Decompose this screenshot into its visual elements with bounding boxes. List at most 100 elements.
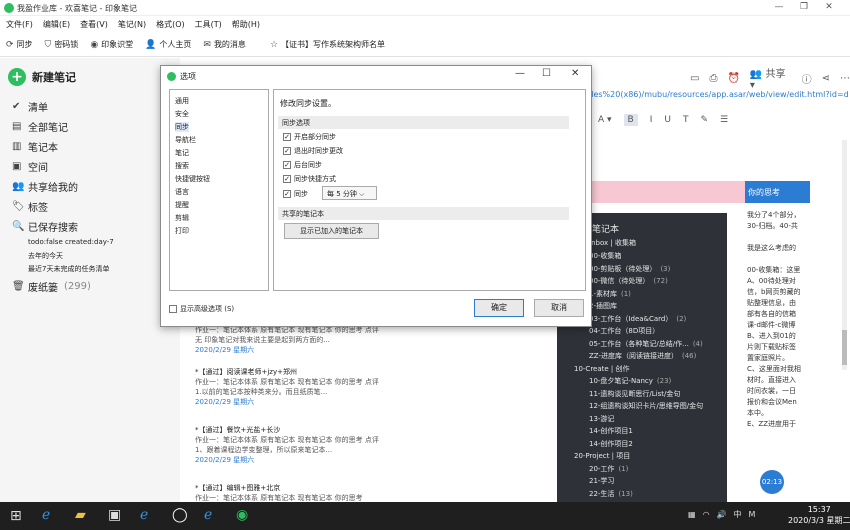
sync-frequency-select[interactable]: 每 5 分钟 ⌵ <box>322 186 377 200</box>
sidebar-item-tags[interactable]: 🏷 标签 <box>12 199 48 214</box>
evernote-taskbar-icon[interactable]: ◉ <box>236 507 248 523</box>
checkbox-sync-on-exit[interactable]: ✓ 退出时同步更改 <box>283 146 343 156</box>
volume-icon[interactable]: 🔊 <box>717 510 727 519</box>
maximize-icon[interactable]: ❐ <box>797 2 811 12</box>
options-tree-general[interactable]: 通用 <box>175 96 189 106</box>
close-icon[interactable]: ✕ <box>822 2 836 12</box>
store-icon[interactable]: ▣ <box>108 507 121 523</box>
network-icon[interactable]: ▦ <box>688 510 696 519</box>
search-app-icon[interactable]: ◯ <box>172 507 188 523</box>
start-icon[interactable]: ⊞ <box>10 508 22 524</box>
dialog-close-icon[interactable]: ✕ <box>571 68 579 79</box>
edge-icon[interactable]: ℯ <box>42 507 50 523</box>
checkbox-background-sync[interactable]: ✓ 后台同步 <box>283 160 322 170</box>
note-line <box>747 254 812 265</box>
options-tree-notes[interactable]: 笔记 <box>175 148 189 158</box>
note-line: 我是这么考虑的 <box>747 244 796 252</box>
options-tree-nav[interactable]: 导航栏 <box>175 135 196 145</box>
tree-item: 00-剪贴板（待处理） (3) <box>589 264 671 273</box>
note-path[interactable]: Files%20(x86)/mubu/resources/app.asar/we… <box>585 90 849 99</box>
bold-icon[interactable]: B <box>623 114 638 126</box>
tree-item: 10-盘夕笔记-Nancy (23) <box>589 377 672 385</box>
tree-item: 00-微信（待处理） (72) <box>589 277 668 285</box>
list-item[interactable]: *【通过】编辑+图雅+北京 作业一：笔记本体系 原有笔记本 现有笔记本 你的思考 <box>195 483 435 503</box>
menu-edit[interactable]: 编辑(E) <box>43 19 70 30</box>
present-icon[interactable]: ▭ <box>690 73 699 84</box>
show-joined-notebooks-button[interactable]: 显示已加入的笔记本 <box>284 223 379 239</box>
checkbox-checked: ✓ <box>283 161 291 169</box>
info-icon[interactable]: ⓘ <box>802 71 812 86</box>
lock-button[interactable]: ⛉ 密码锁 <box>45 39 79 50</box>
menu-file[interactable]: 文件(F) <box>6 19 33 30</box>
options-tree-search[interactable]: 搜索 <box>175 161 189 171</box>
more-icon[interactable]: ⋯ <box>840 73 850 84</box>
checkbox-partial-sync[interactable]: ✓ 开启部分同步 <box>283 132 336 142</box>
yinxiang-button[interactable]: ◉ 印象识堂 <box>90 39 133 50</box>
zoom-badge[interactable]: 02:13 <box>760 470 784 494</box>
dialog-minimize-icon[interactable]: — <box>515 68 525 79</box>
sidebar-item-all-notes[interactable]: ▤ 全部笔记 <box>12 119 68 134</box>
browser-icon[interactable]: ℯ <box>204 507 212 523</box>
tree-item: Inbox | 收集箱 <box>589 239 636 247</box>
ie-icon[interactable]: ℯ <box>140 507 148 523</box>
ad-link[interactable]: ☆ 【证书】写作系统架构师名单 <box>270 39 385 50</box>
dialog-maximize-icon[interactable]: ☐ <box>542 68 551 79</box>
checkbox-sync-interval[interactable]: ✓ 同步 <box>283 189 308 199</box>
sidebar-item-trash[interactable]: 🗑 废纸篓 (299) <box>12 279 91 294</box>
highlight-icon[interactable]: ✎ <box>700 115 708 125</box>
menu-tools[interactable]: 工具(T) <box>195 19 222 30</box>
sidebar-item-shortcuts[interactable]: ✔ 清单 <box>12 99 48 114</box>
section-sync: 同步选项 <box>278 116 569 129</box>
checkbox-advanced[interactable]: 显示高级选项 (S) <box>169 304 234 314</box>
sidebar-item-saved-search[interactable]: 🔍 已保存搜索 <box>12 219 78 234</box>
scrollbar-thumb[interactable] <box>842 330 847 365</box>
options-tree-shortcuts[interactable]: 快捷键按钮 <box>175 174 210 184</box>
note-title: *【通过】编辑+图雅+北京 <box>195 484 281 492</box>
menu-note[interactable]: 笔记(N) <box>118 19 146 30</box>
saved-search-item[interactable]: todo:false created:day-7 <box>28 238 114 246</box>
note-snippet: 作业一：笔记本体系 原有笔记本 现有笔记本 你的思考 点评 无 印象笔记对我来说… <box>195 326 379 344</box>
ime-mode[interactable]: M <box>749 510 756 519</box>
sidebar-item-shared[interactable]: 👥 共享给我的 <box>12 179 78 194</box>
options-tree-security[interactable]: 安全 <box>175 109 189 119</box>
share-button[interactable]: 👥 共享 ▾ <box>750 65 792 91</box>
font-color-icon[interactable]: A ▾ <box>598 115 612 125</box>
underline-icon[interactable]: U <box>664 115 671 125</box>
cancel-button[interactable]: 取消 <box>534 299 584 317</box>
note-line: 课-d邮件-c微博 <box>747 321 796 329</box>
strike-icon[interactable]: T <box>683 115 689 125</box>
sidebar-item-spaces[interactable]: ▣ 空间 <box>12 159 48 174</box>
ok-button[interactable]: 确定 <box>474 299 524 317</box>
menu-format[interactable]: 格式(O) <box>156 19 185 30</box>
options-tree-print[interactable]: 打印 <box>175 226 189 236</box>
share-icon[interactable]: ⋖ <box>822 73 830 84</box>
sync-button[interactable]: ⟳ 同步 <box>6 39 33 50</box>
checkbox-checked: ✓ <box>283 190 291 198</box>
clock[interactable]: 15:37 2020/3/3 星期二 <box>788 504 850 526</box>
list-icon[interactable]: ☰ <box>720 115 728 125</box>
folder-icon[interactable]: ▰ <box>75 507 86 523</box>
shield-icon: ⛉ <box>44 39 52 50</box>
italic-icon[interactable]: I <box>650 115 653 125</box>
saved-search-item[interactable]: 最近7天未完成的任务清单 <box>28 264 109 274</box>
saved-search-item[interactable]: 去年的今天 <box>28 251 63 261</box>
menu-view[interactable]: 查看(V) <box>80 19 108 30</box>
checkbox-sync-shortcuts[interactable]: ✓ 同步快捷方式 <box>283 174 336 184</box>
people-icon: 👥 <box>12 181 25 192</box>
messages-button[interactable]: ✉ 我的消息 <box>203 39 246 50</box>
note-line: 00-收集箱：这里 <box>747 266 801 274</box>
ime-indicator[interactable]: 中 <box>734 509 742 520</box>
menu-help[interactable]: 帮助(H) <box>232 19 260 30</box>
sidebar-item-notebooks[interactable]: ▥ 笔记本 <box>12 139 58 154</box>
wifi-icon[interactable]: ◠ <box>703 510 710 519</box>
print-icon[interactable]: ⎙ <box>709 73 717 84</box>
options-tree-sync[interactable]: 同步 <box>175 122 189 132</box>
profile-button[interactable]: 👤 个人主页 <box>145 39 191 50</box>
options-tree-clip[interactable]: 剪辑 <box>175 213 189 223</box>
remind-icon[interactable]: ⏰ <box>727 73 739 84</box>
minimize-icon[interactable]: — <box>772 2 786 12</box>
options-tree-reminders[interactable]: 提醒 <box>175 200 189 210</box>
options-tree-language[interactable]: 语言 <box>175 187 189 197</box>
new-note-button[interactable]: + 新建笔记 <box>8 68 76 86</box>
tree-item: 21-学习 <box>589 477 615 485</box>
